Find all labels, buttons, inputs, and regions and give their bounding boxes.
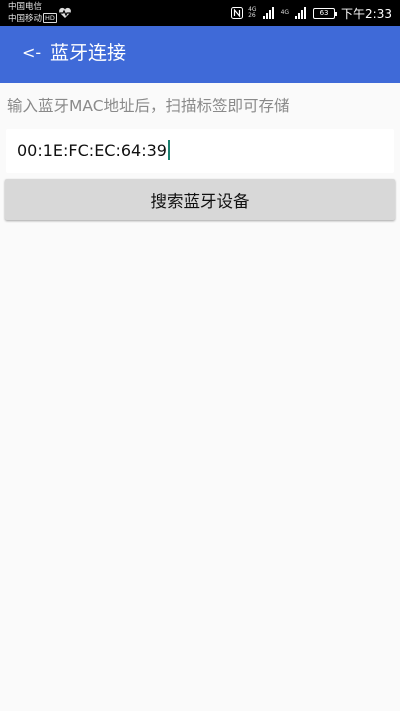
network-type-label: 4G bbox=[280, 9, 290, 16]
heart-rate-icon bbox=[59, 7, 71, 18]
page-title: 蓝牙连接 bbox=[50, 42, 127, 64]
mac-address-value: 00:1E:FC:EC:64:39 bbox=[17, 140, 170, 162]
signal-icon bbox=[262, 7, 274, 19]
back-button[interactable]: <- bbox=[22, 43, 41, 63]
carrier-1: 中国电信 bbox=[8, 2, 43, 12]
mac-address-text: 00:1E:FC:EC:64:39 bbox=[17, 141, 167, 160]
network-type: 4G bbox=[281, 10, 289, 16]
battery-level: 63 bbox=[319, 8, 329, 17]
status-icons: 4G 26 4G 63 下午2:33 bbox=[231, 0, 392, 26]
carrier-2: 中国移动 HD bbox=[8, 13, 57, 25]
carrier-info: 中国电信 中国移动 HD bbox=[8, 2, 57, 25]
mac-hint-text: 输入蓝牙MAC地址后，扫描标签即可存储 bbox=[7, 97, 290, 115]
signal-icon-2 bbox=[295, 7, 307, 19]
text-caret bbox=[167, 140, 170, 160]
network-bottom: 26 bbox=[248, 12, 256, 19]
hd-badge: HD bbox=[43, 13, 57, 23]
carrier-2-label: 中国移动 bbox=[8, 14, 43, 24]
app-bar: <- 蓝牙连接 bbox=[0, 26, 400, 83]
clock: 下午2:33 bbox=[341, 6, 392, 21]
network-speed: 4G 26 bbox=[248, 7, 256, 19]
mac-address-input[interactable]: 00:1E:FC:EC:64:39 bbox=[6, 129, 394, 173]
battery-icon: 63 bbox=[313, 7, 338, 19]
search-bluetooth-button[interactable]: 搜索蓝牙设备 bbox=[5, 179, 395, 220]
nfc-icon bbox=[231, 7, 244, 19]
status-bar: 中国电信 中国移动 HD 4G 26 4G 63 下午2:33 bbox=[0, 0, 400, 26]
